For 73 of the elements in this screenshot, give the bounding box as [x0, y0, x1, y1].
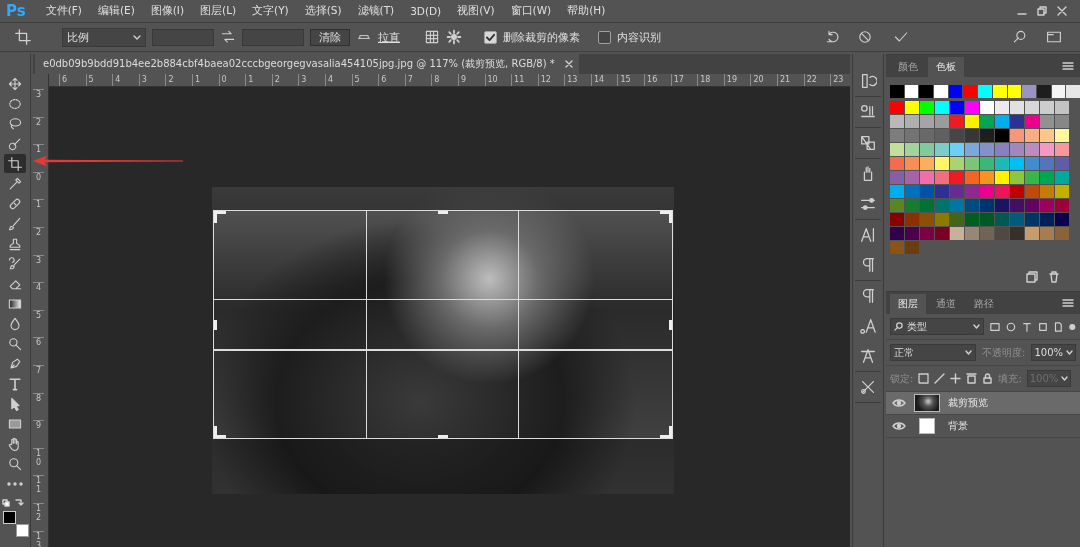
layer-filter-dropdown[interactable]: 类型 [890, 318, 984, 335]
ratio-dropdown[interactable]: 比例 [62, 27, 146, 47]
ruler-label: 3 [33, 89, 44, 117]
ruler-label: 3 [138, 74, 166, 86]
ruler-label: 4 [33, 282, 44, 310]
ruler-label: 15 [617, 74, 645, 86]
menu-item[interactable]: 图层(L) [192, 4, 245, 18]
ruler-label: 2 [33, 226, 44, 255]
panel-tab[interactable]: 路径 [966, 294, 1002, 314]
checkbox-label: 删除裁剪的像素 [503, 29, 580, 45]
ruler-label: 17 [670, 74, 698, 86]
ruler-label: 6 [33, 337, 44, 365]
ruler-label: 3 [33, 254, 44, 283]
blend-mode-dropdown[interactable]: 正常 [890, 344, 977, 361]
ruler-label: 10 [484, 74, 512, 86]
ruler-label: 1 [33, 199, 44, 227]
checkbox-label: 内容识别 [617, 29, 661, 45]
ruler-label: 14 [590, 74, 618, 86]
ruler-label: 13 [33, 530, 44, 547]
ruler-label: 5 [85, 74, 113, 86]
panel-tab[interactable]: 通道 [928, 294, 964, 314]
document-tab[interactable]: e0db09b9bdd91b4ee2b884cbf4baea02cccbgeorgegvasalia454105jpg.jpg @ 117% (裁剪预览, RGB/8) * [35, 54, 579, 74]
ruler-label: 8 [431, 74, 458, 86]
menu-item[interactable]: 选择(S) [296, 4, 350, 18]
menu-item[interactable]: 窗口(W) [502, 4, 560, 18]
opacity-field[interactable]: 100% [1031, 344, 1076, 361]
layer-row[interactable]: 裁剪预览 [886, 392, 1080, 415]
ruler-label: 12 [33, 502, 44, 531]
ruler-label: 6 [59, 74, 86, 86]
ruler-label: 9 [33, 420, 44, 448]
ruler-label: 1 [191, 74, 219, 86]
ruler-label: 10 [33, 447, 44, 476]
ruler-label: 0 [218, 74, 246, 86]
ruler-label: 11 [511, 74, 538, 86]
ruler-label: 11 [33, 475, 44, 503]
ruler-label: 5 [33, 309, 44, 338]
ruler-label: 0 [33, 171, 44, 200]
straighten-button[interactable]: 拉直 [378, 29, 400, 45]
ruler-label: 2 [271, 74, 299, 86]
ruler-label: 22 [803, 74, 831, 86]
ruler-label: 6 [378, 74, 405, 86]
ruler-label: 7 [404, 74, 432, 86]
app-logo: Ps [6, 2, 26, 20]
ruler-label: 7 [33, 364, 44, 393]
ruler-label: 3 [298, 74, 325, 86]
ruler-label: 1 [245, 74, 272, 86]
menu-item[interactable]: 编辑(E) [89, 4, 143, 18]
ruler-label: 4 [324, 74, 352, 86]
clear-button[interactable]: 清除 [310, 28, 350, 46]
menu-item[interactable]: 帮助(H) [559, 4, 614, 18]
ruler-label: 9 [457, 74, 485, 86]
ruler-label: 5 [351, 74, 379, 86]
ruler-label: 2 [33, 116, 44, 145]
menu-item[interactable]: 图像(I) [142, 4, 193, 18]
ruler-label: 2 [165, 74, 192, 86]
panel-tab[interactable]: 颜色 [890, 57, 926, 77]
ruler-label: 4 [112, 74, 139, 86]
ruler-label: 19 [723, 74, 751, 86]
ruler-label: 8 [33, 392, 44, 421]
ruler-label: 21 [777, 74, 804, 86]
panel-tab[interactable]: 图层 [890, 294, 926, 314]
ruler-label: 13 [564, 74, 591, 86]
ruler-label: 20 [750, 74, 778, 86]
menu-item[interactable]: 文件(F) [37, 4, 90, 18]
menu-item[interactable]: 视图(V) [449, 4, 503, 18]
panel-tab[interactable]: 色板 [928, 57, 964, 77]
menu-item[interactable]: 滤镜(T) [349, 4, 403, 18]
ruler-label: 18 [697, 74, 724, 86]
ruler-label: 16 [644, 74, 671, 86]
layer-row[interactable]: 背景 [886, 415, 1080, 438]
menu-item[interactable]: 文字(Y) [244, 4, 297, 18]
ruler-label: 12 [537, 74, 565, 86]
menu-item[interactable]: 3D(D) [402, 5, 450, 17]
